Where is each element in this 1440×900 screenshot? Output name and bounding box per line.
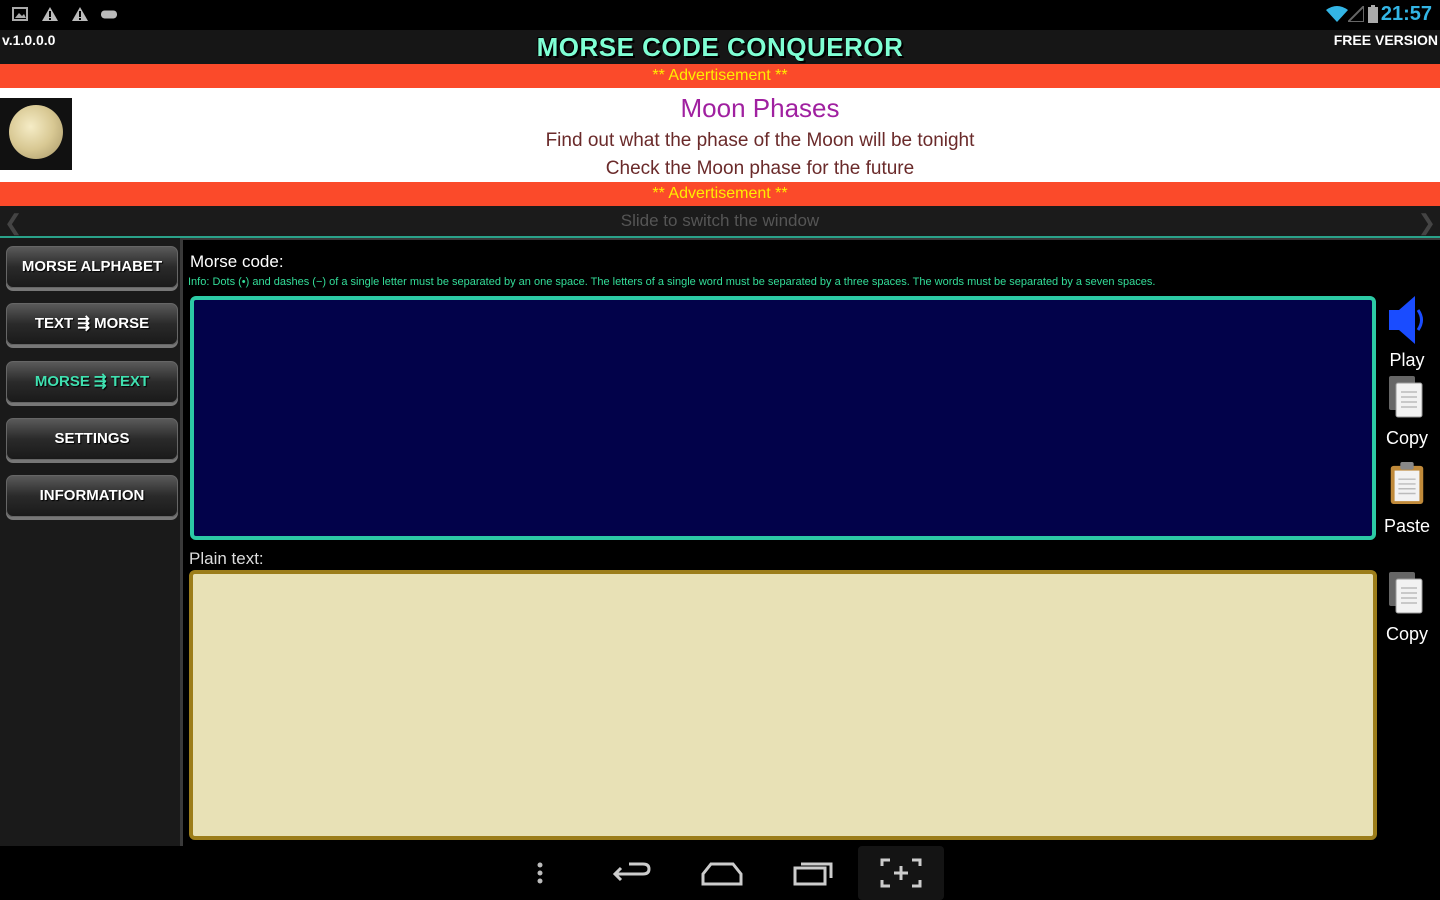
ad-banner-bottom[interactable]: ** Advertisement **	[0, 182, 1440, 206]
paste-button[interactable]: Paste	[1377, 462, 1437, 540]
paste-label: Paste	[1383, 516, 1431, 536]
screenshot-icon	[880, 858, 922, 888]
morse-code-label: Morse code:	[190, 252, 284, 271]
plain-text-output[interactable]	[189, 570, 1377, 840]
sidebar-item-settings[interactable]: SETTINGS	[6, 418, 178, 460]
battery-icon	[1368, 5, 1378, 23]
copy-label: Copy	[1385, 624, 1429, 644]
home-icon[interactable]	[697, 856, 747, 890]
system-nav-bar	[0, 846, 1440, 900]
speaker-icon	[1389, 296, 1423, 344]
chevron-right-icon[interactable]: ❯	[1418, 210, 1436, 236]
plain-text-label: Plain text:	[189, 549, 264, 568]
sidebar-item-information[interactable]: INFORMATION	[6, 475, 178, 517]
copy-label: Copy	[1385, 428, 1429, 448]
ad-line-1: Find out what the phase of the Moon will…	[545, 130, 975, 151]
sidebar: MORSE ALPHABET TEXT ⇶ MORSE MORSE ⇶ TEXT…	[0, 238, 180, 846]
slide-hint: Slide to switch the window	[620, 211, 820, 230]
sidebar-item-morse-alphabet[interactable]: MORSE ALPHABET	[6, 246, 178, 288]
app-title: MORSE CODE CONQUEROR	[536, 32, 904, 62]
slide-bar[interactable]: ❮ Slide to switch the window ❯	[0, 206, 1440, 238]
sidebar-item-text-to-morse[interactable]: TEXT ⇶ MORSE	[6, 303, 178, 345]
ad-banner-top[interactable]: ** Advertisement **	[0, 64, 1440, 88]
status-time: 21:57	[1380, 3, 1432, 25]
ad-title: Moon Phases	[680, 93, 840, 123]
warning-icon	[72, 7, 88, 21]
status-bar: 21:57	[0, 0, 1440, 30]
recent-apps-icon[interactable]	[787, 856, 837, 890]
edition-label: FREE VERSION	[1333, 32, 1438, 48]
copy-plain-button[interactable]: Copy	[1377, 572, 1437, 650]
play-label: Play	[1389, 350, 1425, 370]
screenshot-button[interactable]	[858, 846, 944, 900]
play-button[interactable]: Play	[1377, 292, 1437, 372]
morse-info-text: Info: Dots (•) and dashes (−) of a singl…	[188, 276, 1156, 288]
copy-morse-button[interactable]: Copy	[1377, 376, 1437, 452]
gallery-icon	[12, 7, 28, 21]
menu-icon[interactable]	[515, 856, 565, 890]
gamepad-icon	[101, 10, 117, 19]
copy-icon	[1389, 572, 1423, 614]
converter-panel: Morse code: Info: Dots (•) and dashes (−…	[180, 238, 1440, 846]
ad-line-2: Check the Moon phase for the future	[605, 158, 915, 179]
copy-icon	[1389, 376, 1423, 418]
ad-banner-label: ** Advertisement **	[652, 185, 788, 202]
ad-content[interactable]: Moon Phases Find out what the phase of t…	[0, 88, 1440, 182]
back-icon[interactable]	[607, 856, 657, 890]
sidebar-item-morse-to-text[interactable]: MORSE ⇶ TEXT	[6, 361, 178, 403]
warning-icon	[42, 7, 58, 21]
clipboard-icon	[1390, 462, 1424, 504]
title-bar: v.1.0.0.0 MORSE CODE CONQUEROR FREE VERS…	[0, 30, 1440, 64]
wifi-icon	[1326, 6, 1348, 22]
signal-icon	[1348, 6, 1364, 22]
morse-code-input[interactable]	[190, 296, 1376, 540]
ad-banner-label: ** Advertisement **	[652, 67, 788, 84]
